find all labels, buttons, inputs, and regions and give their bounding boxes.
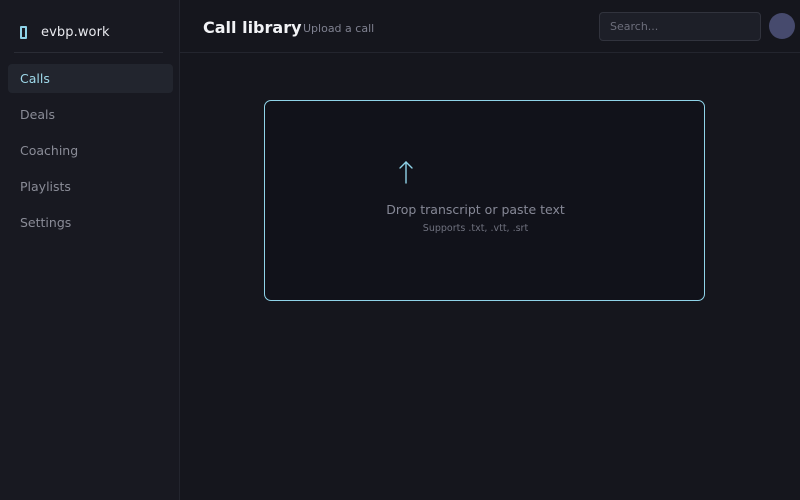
app-window: evbp.work Calls Deals Coaching Playlists… <box>0 0 800 500</box>
avatar[interactable] <box>769 13 795 39</box>
sidebar-item-label: Deals <box>20 107 55 122</box>
page-subtitle: Upload a call <box>303 22 375 35</box>
topbar: Call library Upload a call <box>180 0 800 53</box>
sidebar-item-deals[interactable]: Deals <box>8 100 173 129</box>
sidebar-item-label: Coaching <box>20 143 79 158</box>
sidebar-divider <box>14 52 163 53</box>
sidebar-item-coaching[interactable]: Coaching <box>8 136 173 165</box>
search-input[interactable] <box>599 12 761 41</box>
upload-arrow-icon <box>399 161 413 184</box>
dropzone-hint: Supports .txt, .vtt, .srt <box>422 223 529 234</box>
main-content: Call library Upload a call Drop transcri… <box>180 0 800 500</box>
sidebar: evbp.work Calls Deals Coaching Playlists… <box>0 0 180 500</box>
sidebar-item-label: Playlists <box>20 179 71 194</box>
page-title: Call library <box>203 18 302 37</box>
sidebar-item-calls[interactable]: Calls <box>8 64 173 93</box>
brand[interactable]: evbp.work <box>20 22 110 42</box>
sidebar-item-label: Settings <box>20 215 72 230</box>
sidebar-nav: Calls Deals Coaching Playlists Settings <box>8 64 173 244</box>
brand-name: evbp.work <box>41 24 110 40</box>
sidebar-item-playlists[interactable]: Playlists <box>8 172 173 201</box>
dropzone-title: Drop transcript or paste text <box>386 202 565 217</box>
sidebar-item-settings[interactable]: Settings <box>8 208 173 237</box>
sidebar-item-label: Calls <box>20 71 50 86</box>
book-icon <box>20 25 27 39</box>
upload-dropzone[interactable]: Drop transcript or paste text Supports .… <box>264 100 705 301</box>
